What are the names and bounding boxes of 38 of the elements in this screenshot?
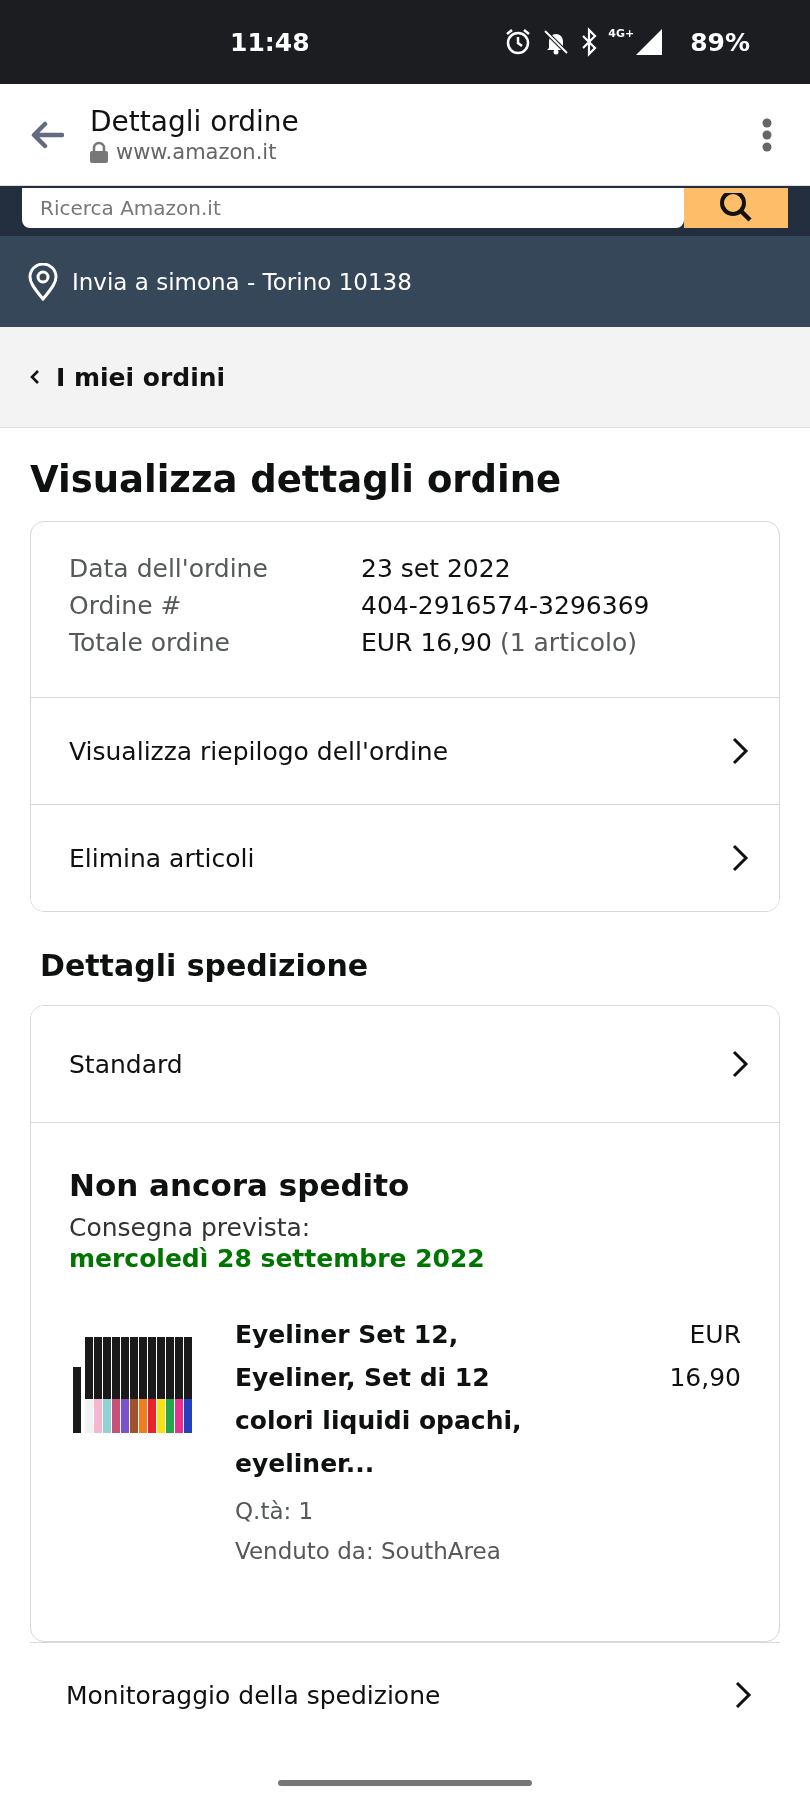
location-pin-icon — [28, 262, 58, 301]
chevron-right-icon — [731, 1049, 749, 1079]
field-label: Totale ordine — [69, 628, 231, 657]
search-field[interactable]: Ricerca Amazon.it — [22, 188, 684, 228]
signal-icon — [634, 27, 665, 57]
field-value: EUR 16,90 (1 articolo) — [361, 628, 638, 657]
product-title[interactable]: Eyeliner Set 12, Eyeliner, Set di 12 colori liquidi opachi, eyeliner... — [235, 1313, 535, 1485]
bluetooth-icon — [580, 27, 599, 57]
search-icon — [719, 193, 753, 223]
field-value: 23 set 2022 — [361, 554, 512, 583]
chevron-right-icon — [731, 736, 749, 766]
search-button[interactable] — [684, 188, 788, 228]
section-heading: Dettagli spedizione — [40, 948, 370, 983]
breadcrumb-link[interactable]: I miei ordini — [0, 327, 810, 428]
heading: Visualizza dettagli ordine — [30, 458, 563, 501]
chevron-left-icon — [30, 369, 40, 385]
chevron-right-icon — [734, 1680, 752, 1710]
muted-bell-icon — [542, 28, 571, 56]
seller: Venduto da: SouthArea — [235, 1537, 502, 1566]
back-arrow-icon[interactable] — [30, 120, 64, 149]
field-label: Data dell'ordine — [69, 554, 269, 583]
battery-level: 89% — [690, 27, 750, 57]
order-link-row[interactable]: Elimina articoli — [31, 804, 779, 911]
lock-icon — [90, 141, 108, 163]
field-value: 404-2916574-3296369 — [361, 591, 651, 620]
delivery-label: Consegna prevista: — [69, 1213, 312, 1242]
network-type: 4G+ — [608, 27, 635, 40]
more-menu-icon[interactable] — [762, 117, 772, 152]
clock: 11:48 — [230, 27, 310, 57]
price: EUR 16,90 — [668, 1319, 741, 1394]
chevron-right-icon — [731, 843, 749, 873]
quantity: Q.tà: 1 — [235, 1497, 315, 1526]
field-label: Ordine # — [69, 591, 183, 620]
url-text: www.amazon.it — [116, 140, 277, 164]
page-title: Dettagli ordine — [90, 105, 299, 138]
shipment-status: Non ancora spedito — [69, 1167, 411, 1203]
delivery-location[interactable]: Invia a simona - Torino 10138 — [72, 268, 412, 295]
delivery-date: mercoledì 28 settembre 2022 — [69, 1244, 486, 1273]
